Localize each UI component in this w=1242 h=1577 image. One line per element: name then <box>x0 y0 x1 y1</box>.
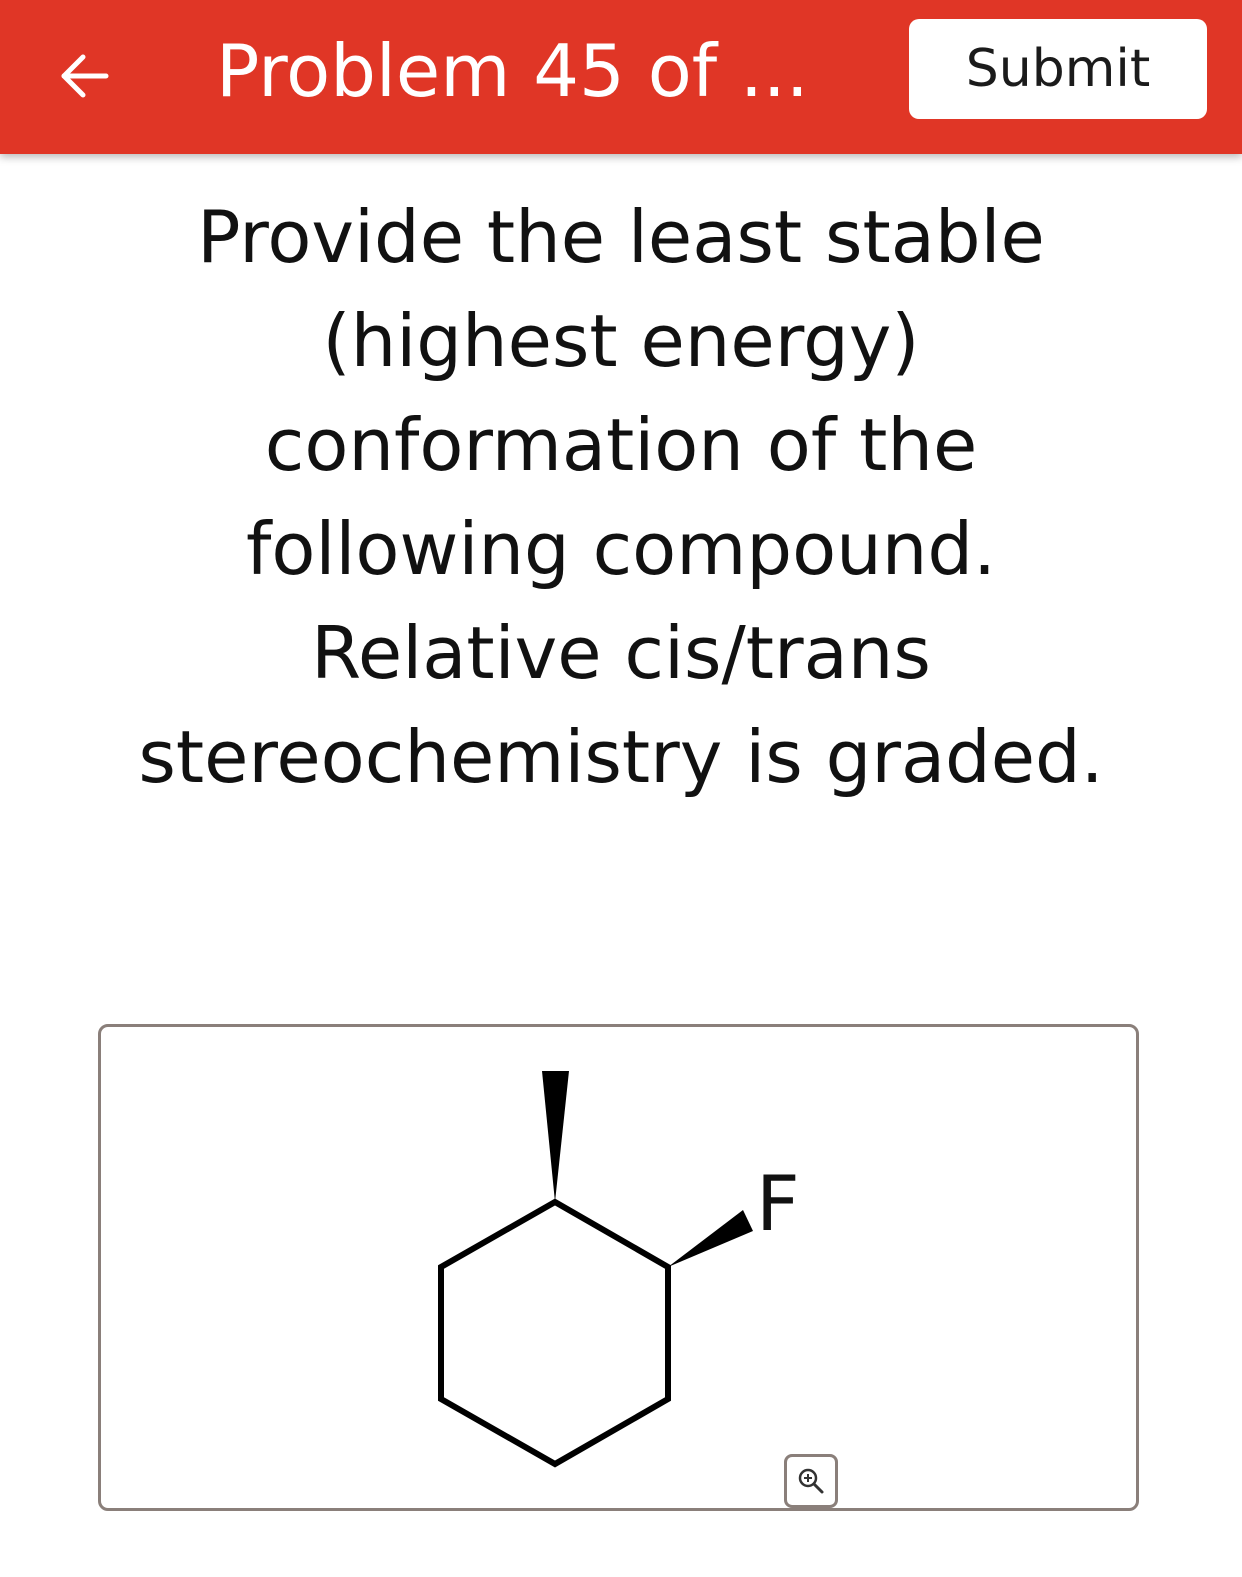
zoom-button[interactable] <box>784 1454 838 1508</box>
cyclohexane-structure <box>438 1071 753 1468</box>
app-screen: Problem 45 of ... Submit Provide the lea… <box>0 0 1242 1577</box>
methyl-wedge-bond <box>542 1071 569 1202</box>
question-line: Provide the least stable <box>197 195 1045 279</box>
question-line: conformation of the <box>264 403 978 487</box>
molecule-drawing-panel: F <box>98 1024 1139 1511</box>
question-line: Relative cis/trans <box>311 611 931 695</box>
cyclohexane-ring <box>438 1198 671 1468</box>
fluorine-label: F <box>756 1159 800 1248</box>
question-line: stereochemistry is graded. <box>138 715 1104 799</box>
submit-button[interactable]: Submit <box>909 19 1207 119</box>
fluoro-wedge-bond <box>668 1210 753 1267</box>
page-title: Problem 45 of ... <box>216 29 809 113</box>
app-header: Problem 45 of ... Submit <box>0 0 1242 154</box>
back-button[interactable] <box>48 40 120 112</box>
arrow-left-icon <box>61 54 109 98</box>
question-text: Provide the least stable (highest energy… <box>60 185 1182 809</box>
zoom-in-icon <box>798 1468 824 1494</box>
question-line: following compound. <box>246 507 996 591</box>
question-line: (highest energy) <box>322 299 920 383</box>
